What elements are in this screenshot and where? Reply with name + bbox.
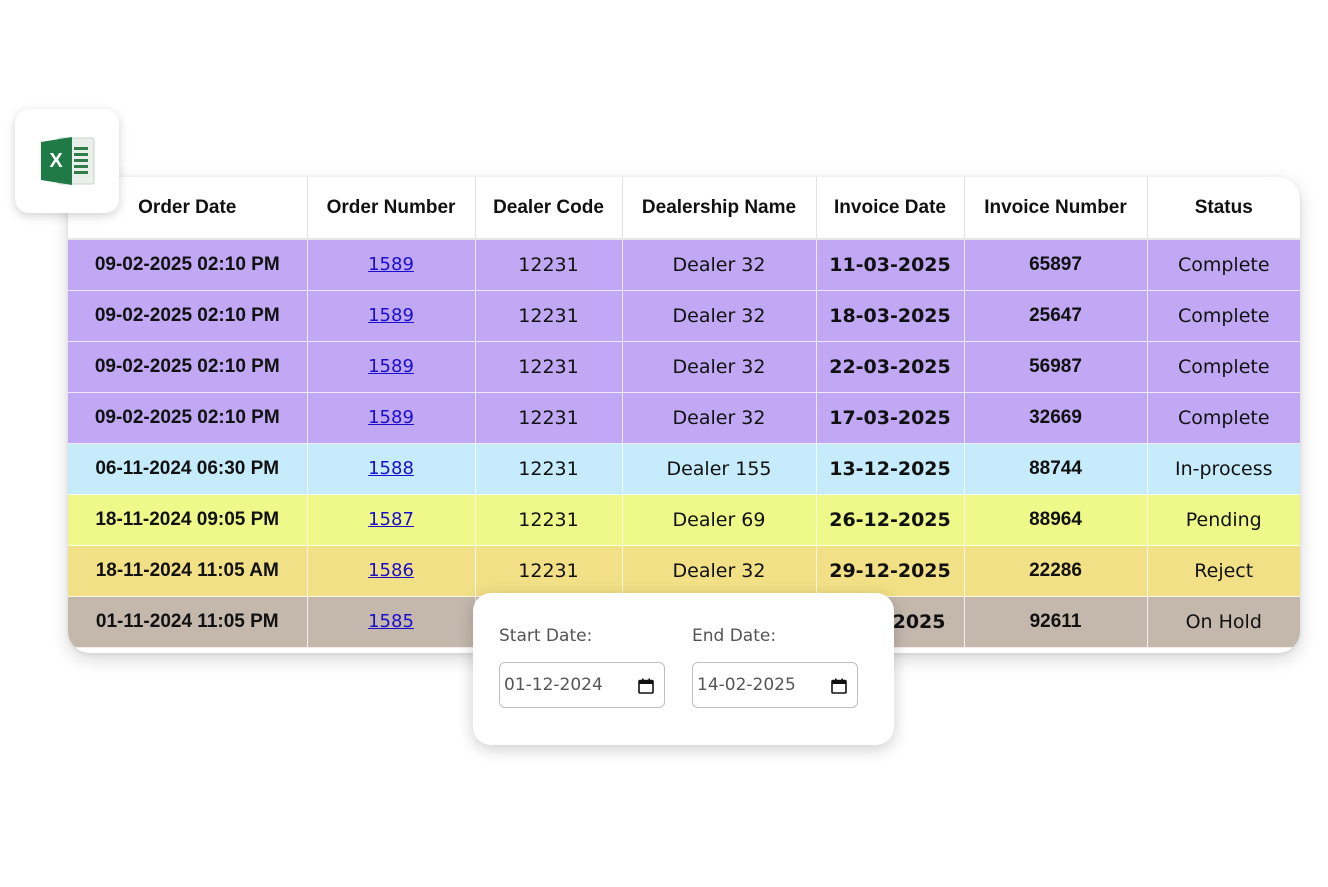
invoice-number-cell: 25647 xyxy=(964,290,1148,342)
dealer-code-cell: 12231 xyxy=(475,545,623,597)
order-number-cell: 1588 xyxy=(307,443,476,495)
table-row: 06-11-2024 06:30 PM 1588 12231 Dealer 155 13… xyxy=(68,443,1300,495)
start-date-input[interactable]: 01-12-2024 xyxy=(499,662,665,708)
column-header[interactable]: Invoice Date xyxy=(816,177,965,240)
order-number-link[interactable]: 1588 xyxy=(368,458,414,479)
table-row: 18-11-2024 11:05 AM 1586 12231 Dealer 32 29-… xyxy=(68,545,1300,597)
table-header-row: Order Date Order Number Dealer Code Deal… xyxy=(68,177,1300,240)
column-header[interactable]: Dealership Name xyxy=(622,177,817,240)
order-number-cell: 1589 xyxy=(307,392,476,444)
invoice-number-cell: 56987 xyxy=(964,341,1148,393)
table-row: 09-02-2025 02:10 PM 1589 12231 Dealer 32 11-… xyxy=(68,239,1300,291)
status-cell: Complete xyxy=(1147,341,1300,393)
start-date-value: 01-12-2024 xyxy=(504,675,603,695)
order-number-link[interactable]: 1589 xyxy=(368,407,414,428)
invoice-number-cell: 32669 xyxy=(964,392,1148,444)
invoice-number-cell: 88744 xyxy=(964,443,1148,495)
svg-text:X: X xyxy=(49,150,63,172)
column-header[interactable]: Status xyxy=(1147,177,1300,240)
invoice-date-cell: 26-12-2025 xyxy=(816,494,965,546)
table-row: 18-11-2024 09:05 PM 1587 12231 Dealer 69 26-… xyxy=(68,494,1300,546)
order-number-cell: 1586 xyxy=(307,545,476,597)
invoice-date-cell: 22-03-2025 xyxy=(816,341,965,393)
status-cell: Complete xyxy=(1147,392,1300,444)
orders-table: Order Date Order Number Dealer Code Deal… xyxy=(68,177,1300,648)
screen: X Order Date Order Number Dealer Code De… xyxy=(0,0,1328,887)
order-number-link[interactable]: 1589 xyxy=(368,254,414,275)
excel-export-button[interactable]: X xyxy=(15,109,119,213)
status-cell: Complete xyxy=(1147,290,1300,342)
dealer-code-cell: 12231 xyxy=(475,494,623,546)
end-date-input[interactable]: 14-02-2025 xyxy=(692,662,858,708)
order-date-cell: 18-11-2024 11:05 AM xyxy=(68,545,308,597)
table-body: 09-02-2025 02:10 PM 1589 12231 Dealer 32 11-… xyxy=(68,239,1300,648)
dealer-code-cell: 12231 xyxy=(475,392,623,444)
order-date-cell: 18-11-2024 09:05 PM xyxy=(68,494,308,546)
end-date-label: End Date: xyxy=(692,626,777,646)
order-date-cell: 09-02-2025 02:10 PM xyxy=(68,392,308,444)
invoice-number-cell: 65897 xyxy=(964,239,1148,291)
order-date-cell: 09-02-2025 02:10 PM xyxy=(68,290,308,342)
dealership-name-cell: Dealer 155 xyxy=(622,443,817,495)
order-date-cell: 01-11-2024 11:05 PM xyxy=(68,596,308,648)
dealership-name-cell: Dealer 69 xyxy=(622,494,817,546)
column-header[interactable]: Invoice Number xyxy=(964,177,1148,240)
column-header[interactable]: Order Number xyxy=(307,177,476,240)
order-number-link[interactable]: 1587 xyxy=(368,509,414,530)
status-cell: Reject xyxy=(1147,545,1300,597)
dealer-code-cell: 12231 xyxy=(475,290,623,342)
order-date-cell: 09-02-2025 02:10 PM xyxy=(68,341,308,393)
order-number-link[interactable]: 1585 xyxy=(368,611,414,632)
dealer-code-cell: 12231 xyxy=(475,341,623,393)
order-number-link[interactable]: 1586 xyxy=(368,560,414,581)
status-cell: In-process xyxy=(1147,443,1300,495)
invoice-number-cell: 92611 xyxy=(964,596,1148,648)
order-number-cell: 1589 xyxy=(307,341,476,393)
end-date-value: 14-02-2025 xyxy=(697,675,796,695)
column-header[interactable]: Dealer Code xyxy=(475,177,623,240)
invoice-number-cell: 22286 xyxy=(964,545,1148,597)
dealership-name-cell: Dealer 32 xyxy=(622,341,817,393)
order-number-cell: 1587 xyxy=(307,494,476,546)
status-cell: On Hold xyxy=(1147,596,1300,648)
excel-icon: X xyxy=(41,137,95,185)
order-date-cell: 09-02-2025 02:10 PM xyxy=(68,239,308,291)
invoice-date-cell: 29-12-2025 xyxy=(816,545,965,597)
order-number-cell: 1589 xyxy=(307,290,476,342)
order-number-link[interactable]: 1589 xyxy=(368,305,414,326)
dealer-code-cell: 12231 xyxy=(475,239,623,291)
table-row: 09-02-2025 02:10 PM 1589 12231 Dealer 32 17-… xyxy=(68,392,1300,444)
dealership-name-cell: Dealer 32 xyxy=(622,239,817,291)
table-row: 09-02-2025 02:10 PM 1589 12231 Dealer 32 22-… xyxy=(68,341,1300,393)
dealership-name-cell: Dealer 32 xyxy=(622,392,817,444)
invoice-date-cell: 11-03-2025 xyxy=(816,239,965,291)
order-number-cell: 1585 xyxy=(307,596,476,648)
dealer-code-cell: 12231 xyxy=(475,443,623,495)
start-date-label: Start Date: xyxy=(499,626,593,646)
invoice-date-cell: 17-03-2025 xyxy=(816,392,965,444)
table-row: 09-02-2025 02:10 PM 1589 12231 Dealer 32 18-… xyxy=(68,290,1300,342)
status-cell: Pending xyxy=(1147,494,1300,546)
calendar-icon[interactable] xyxy=(638,678,654,694)
orders-table-card: Order Date Order Number Dealer Code Deal… xyxy=(68,177,1300,653)
order-date-cell: 06-11-2024 06:30 PM xyxy=(68,443,308,495)
dealership-name-cell: Dealer 32 xyxy=(622,290,817,342)
dealership-name-cell: Dealer 32 xyxy=(622,545,817,597)
order-number-cell: 1589 xyxy=(307,239,476,291)
invoice-number-cell: 88964 xyxy=(964,494,1148,546)
status-cell: Complete xyxy=(1147,239,1300,291)
date-filter-popup: Start Date: End Date: 01-12-2024 14-02-2… xyxy=(473,593,894,745)
invoice-date-cell: 13-12-2025 xyxy=(816,443,965,495)
calendar-icon[interactable] xyxy=(831,678,847,694)
invoice-date-cell: 18-03-2025 xyxy=(816,290,965,342)
order-number-link[interactable]: 1589 xyxy=(368,356,414,377)
